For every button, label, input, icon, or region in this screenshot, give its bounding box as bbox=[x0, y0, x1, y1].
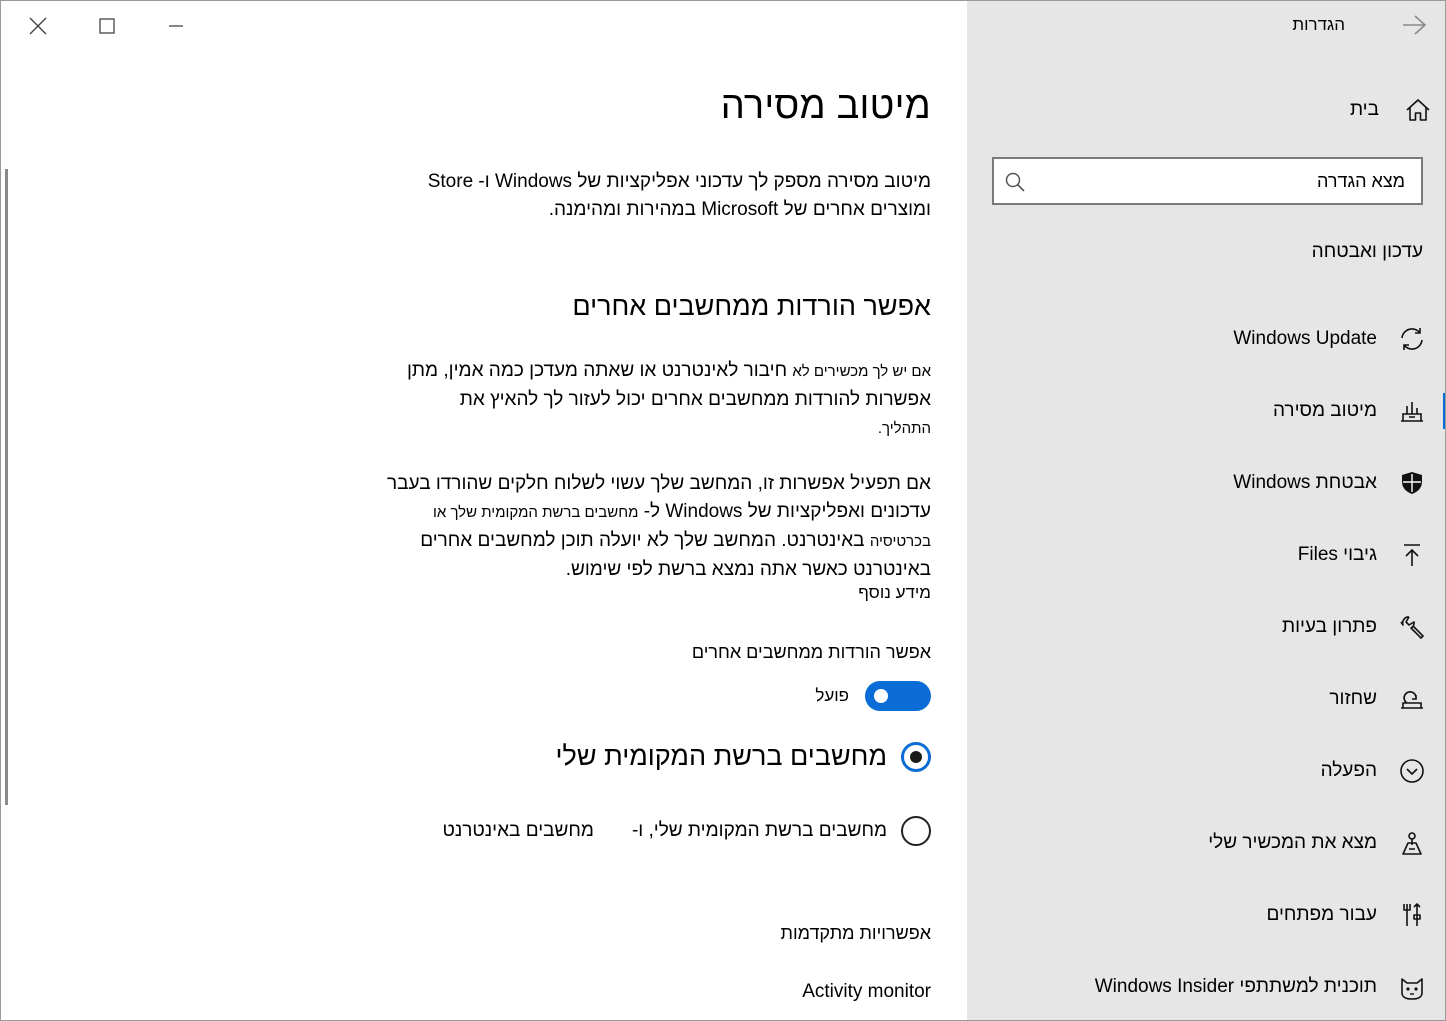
allow-downloads-toggle[interactable] bbox=[865, 681, 931, 711]
home-icon bbox=[1406, 99, 1430, 121]
nav-label-windows-update: Windows Update bbox=[1233, 328, 1377, 349]
toggle-knob bbox=[874, 689, 888, 703]
allow-downloads-label: אפשר הורדות ממחשבים אחרים bbox=[691, 642, 931, 662]
nav-item-windows-update[interactable]: Windows Update bbox=[967, 317, 1445, 361]
insider-cat-icon bbox=[1397, 972, 1427, 1002]
radio-button-unselected[interactable] bbox=[901, 816, 931, 846]
intro-text: מיטוב מסירה מספק לך עדכוני אפליקציות של … bbox=[427, 171, 931, 220]
home-label: בית bbox=[1349, 99, 1379, 120]
radio-internet-label-b: מחשבים באינטרנט bbox=[442, 820, 594, 841]
settings-header: הגדרות bbox=[1292, 15, 1345, 34]
developer-tools-icon bbox=[1397, 900, 1427, 930]
nav-item-windows-security[interactable]: אבטחת Windows bbox=[967, 461, 1445, 505]
find-device-icon bbox=[1397, 828, 1427, 858]
learn-more-link[interactable]: מידע נוסף bbox=[858, 583, 931, 603]
wrench-icon bbox=[1397, 612, 1427, 642]
radio-local-and-internet[interactable]: מחשבים ברשת המקומית שלי, ו- מחשבים באינט… bbox=[442, 816, 931, 846]
radio-button-selected[interactable] bbox=[901, 741, 931, 772]
search-box[interactable] bbox=[992, 157, 1423, 205]
nav-label-find-my-device: מצא את המכשיר שלי bbox=[1208, 832, 1377, 853]
settings-window: מיטוב מסירה מיטוב מסירה מספק לך עדכוני א… bbox=[0, 0, 1446, 1021]
sync-icon bbox=[1397, 324, 1427, 354]
recovery-icon bbox=[1397, 684, 1427, 714]
nav-section-title: עדכון ואבטחה bbox=[1311, 241, 1423, 262]
description-paragraph-1: אם יש לך מכשירים לא חיבור לאינטרנט או שא… bbox=[371, 357, 931, 443]
nav-label-delivery-optimization: מיטוב מסירה bbox=[1272, 400, 1377, 421]
nav-label-windows-insider: תוכנית למשתתפי Windows Insider bbox=[1094, 976, 1377, 997]
shield-icon bbox=[1397, 468, 1427, 498]
section-title: אפשר הורדות ממחשבים אחרים bbox=[572, 291, 931, 321]
nav-label-for-developers: עבור מפתחים bbox=[1266, 904, 1377, 925]
nav-item-for-developers[interactable]: עבור מפתחים bbox=[967, 893, 1445, 937]
page-title: מיטוב מסירה bbox=[720, 85, 931, 127]
nav-item-recovery[interactable]: שחזור bbox=[967, 677, 1445, 721]
nav-label-backup: גיבוי Files bbox=[1297, 544, 1377, 565]
nav-label-activation: הפעלה bbox=[1320, 760, 1377, 781]
toggle-state-label: פועל bbox=[815, 686, 849, 705]
nav-item-delivery-optimization[interactable]: מיטוב מסירה bbox=[967, 389, 1445, 433]
activation-check-icon bbox=[1397, 756, 1427, 786]
nav-label-windows-security: אבטחת Windows bbox=[1233, 472, 1377, 493]
nav-label-recovery: שחזור bbox=[1329, 688, 1377, 709]
nav-item-troubleshoot[interactable]: פתרון בעיות bbox=[967, 605, 1445, 649]
radio-local-network[interactable]: מחשבים ברשת המקומית שלי bbox=[556, 741, 931, 772]
search-icon[interactable] bbox=[1004, 171, 1026, 193]
radio-local-label: מחשבים ברשת המקומית שלי bbox=[555, 741, 887, 771]
backup-arrow-icon bbox=[1397, 540, 1427, 570]
nav-item-find-my-device[interactable]: מצא את המכשיר שלי bbox=[967, 821, 1445, 865]
para1-lead: אם יש לך מכשירים לא bbox=[792, 363, 931, 380]
nav-item-activation[interactable]: הפעלה bbox=[967, 749, 1445, 793]
activity-monitor-link[interactable]: Activity monitor bbox=[802, 981, 931, 1003]
para1-end: התהליך. bbox=[877, 420, 931, 437]
allow-downloads-toggle-row: פועל bbox=[815, 681, 931, 711]
search-input[interactable] bbox=[1045, 171, 1405, 192]
nav-item-windows-insider[interactable]: תוכנית למשתתפי Windows Insider bbox=[967, 965, 1445, 1009]
para2-part-c: באינטרנט. המחשב שלך לא יועלה תוכן למחשבי… bbox=[420, 530, 931, 580]
advanced-options-link[interactable]: אפשרויות מתקדמות bbox=[781, 923, 931, 944]
navigation-pane: הגדרות בית עדכון ואבטחה Windows Update bbox=[967, 1, 1445, 1020]
main-content: מיטוב מסירה מיטוב מסירה מספק לך עדכוני א… bbox=[1, 1, 967, 1020]
description-paragraph-2: אם תפעיל אפשרות זו, המחשב שלך עשוי לשלוח… bbox=[371, 470, 931, 584]
delivery-optimization-icon bbox=[1397, 396, 1427, 426]
radio-internet-label-a: מחשבים ברשת המקומית שלי, ו- bbox=[631, 820, 887, 841]
nav-home[interactable]: בית bbox=[1350, 93, 1433, 127]
nav-item-backup[interactable]: גיבוי Files bbox=[967, 533, 1445, 577]
nav-label-troubleshoot: פתרון בעיות bbox=[1281, 616, 1377, 637]
back-arrow-icon[interactable] bbox=[1401, 13, 1427, 37]
